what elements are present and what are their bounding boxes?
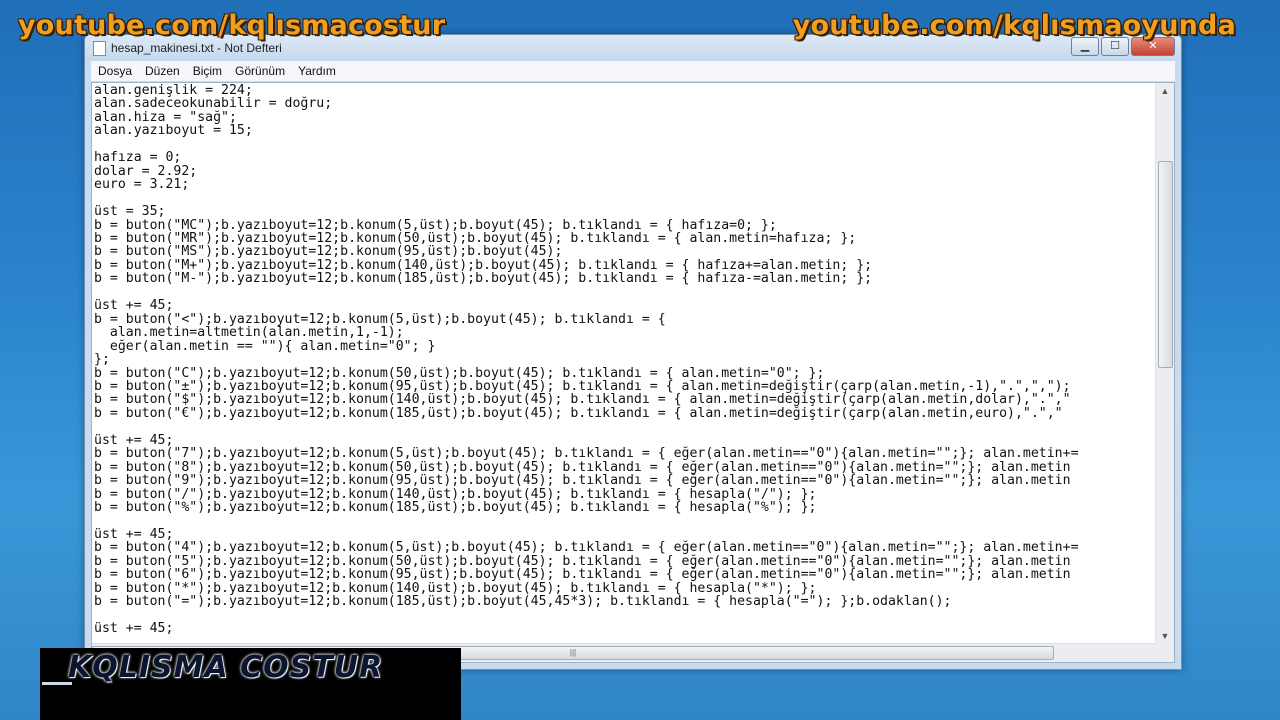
scrollbar-corner (1156, 644, 1174, 662)
text-editor[interactable]: alan.genişlik = 224; alan.sadeceokunabil… (91, 82, 1175, 663)
window-title: hesap_makinesi.txt - Not Defteri (111, 41, 282, 55)
vertical-scroll-thumb[interactable] (1158, 161, 1173, 368)
vertical-scrollbar[interactable]: ▲ ▼ (1155, 83, 1174, 644)
notepad-window: hesap_makinesi.txt - Not Defteri ▁ ☐ ✕ D… (84, 34, 1182, 670)
menu-dosya[interactable]: Dosya (92, 64, 138, 78)
scroll-down-icon[interactable]: ▼ (1156, 628, 1174, 644)
menu-gorunum[interactable]: Görünüm (229, 64, 291, 78)
scroll-up-icon[interactable]: ▲ (1156, 83, 1174, 99)
menu-duzen[interactable]: Düzen (139, 64, 186, 78)
watermark-right: youtube.com/kqlısmaoyunda (792, 10, 1236, 41)
editor-content[interactable]: alan.genişlik = 224; alan.sadeceokunabil… (94, 84, 1154, 644)
channel-logo: KQLISMA COSTUR (40, 648, 461, 720)
watermark-left: youtube.com/kqlısmacostur (18, 10, 446, 41)
menu-bicim[interactable]: Biçim (187, 64, 228, 78)
menu-yardim[interactable]: Yardım (292, 64, 342, 78)
logo-text: KQLISMA COSTUR (68, 650, 384, 685)
menu-bar: Dosya Düzen Biçim Görünüm Yardım (91, 61, 1175, 82)
notepad-icon (93, 41, 106, 56)
